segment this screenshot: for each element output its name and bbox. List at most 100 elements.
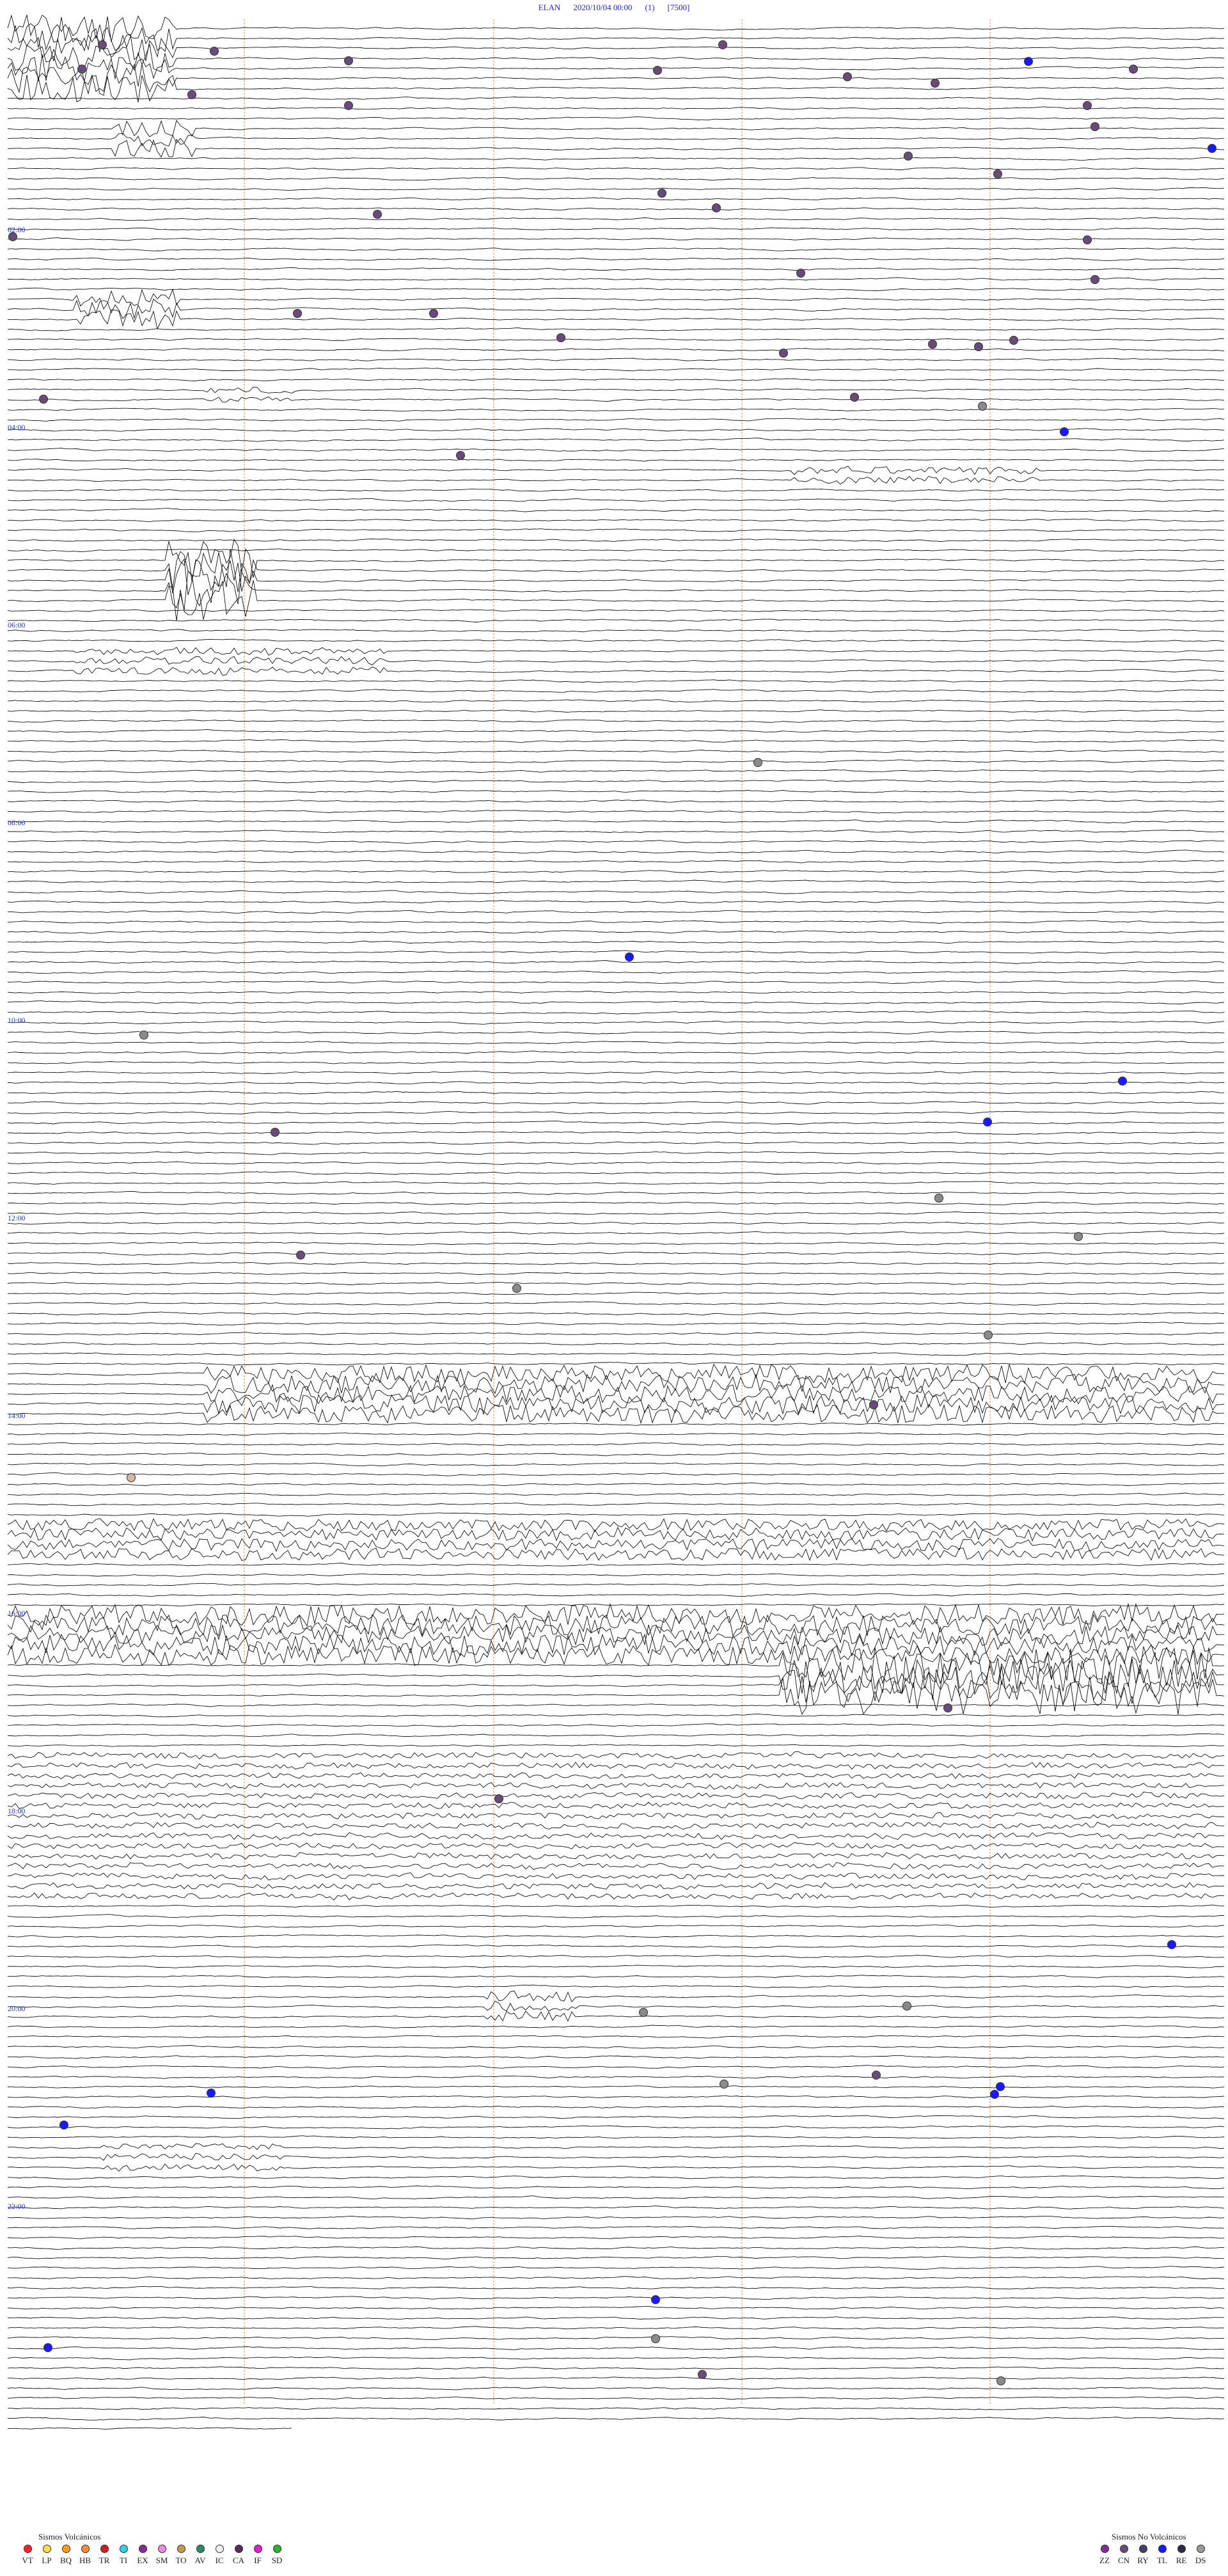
legend-dot xyxy=(157,2545,166,2553)
seismic-trace xyxy=(7,920,1225,924)
seismic-trace xyxy=(8,2316,1225,2320)
event-marker xyxy=(653,66,662,75)
legend-dot xyxy=(1196,2545,1205,2553)
seismic-trace xyxy=(7,619,1225,622)
seismic-trace xyxy=(7,167,1225,171)
seismic-trace xyxy=(7,2176,1225,2179)
seismic-trace xyxy=(7,2025,1225,2028)
seismic-trace xyxy=(7,1613,1225,1637)
event-marker xyxy=(59,2121,68,2130)
legend-code: CN xyxy=(1117,2556,1130,2565)
seismic-trace xyxy=(7,2376,1225,2380)
seismic-trace xyxy=(7,2205,1225,2209)
legend-code: RY xyxy=(1137,2556,1149,2565)
legend-code: VT xyxy=(22,2556,33,2565)
legend-code: DS xyxy=(1195,2556,1206,2565)
event-marker xyxy=(1090,122,1099,131)
seismic-trace xyxy=(7,679,1225,683)
seismic-trace xyxy=(7,438,1225,442)
seismic-trace xyxy=(7,1872,1225,1881)
event-marker xyxy=(43,2343,52,2352)
seismic-trace xyxy=(7,900,1225,904)
seismic-trace xyxy=(7,310,1225,330)
legend-code: CA xyxy=(232,2556,245,2565)
seismic-trace xyxy=(7,1861,1225,1870)
seismic-trace xyxy=(7,719,1225,723)
seismic-trace xyxy=(7,1792,1225,1800)
seismic-trace xyxy=(7,277,1225,281)
seismic-trace xyxy=(8,528,1225,532)
seismic-trace xyxy=(8,1292,1224,1295)
legend-code: IF xyxy=(254,2556,262,2565)
seismic-trace xyxy=(7,1990,1225,2003)
legend-nonvolcanic: ZZ CN RY TL RE DS xyxy=(1095,2545,1210,2565)
seismic-trace xyxy=(7,1703,1225,1707)
seismic-trace xyxy=(7,157,1225,161)
legend-dot xyxy=(100,2545,109,2553)
seismic-trace xyxy=(7,1665,1224,1705)
legend-item-tr: TR xyxy=(95,2545,114,2565)
seismic-trace xyxy=(7,386,1225,394)
seismic-trace xyxy=(8,940,1225,944)
seismic-trace xyxy=(7,980,1224,984)
seismic-trace xyxy=(7,870,1225,874)
seismic-trace xyxy=(7,288,1225,310)
event-marker xyxy=(210,47,219,56)
seismic-trace xyxy=(7,1070,1225,1075)
time-label: 06:00 xyxy=(8,620,26,629)
seismic-trace xyxy=(7,1211,1225,1215)
event-marker xyxy=(1167,1940,1176,1949)
seismic-trace xyxy=(7,1201,1225,1206)
seismic-trace xyxy=(7,1050,1225,1054)
seismic-trace xyxy=(7,759,1225,763)
seismic-trace xyxy=(7,207,1225,211)
event-marker xyxy=(207,2089,216,2098)
event-marker xyxy=(1060,427,1069,436)
seismic-trace xyxy=(7,860,1225,864)
seismic-trace xyxy=(7,2417,1225,2421)
legend-item-sd: SD xyxy=(267,2545,287,2565)
event-marker xyxy=(974,342,983,351)
seismic-trace xyxy=(7,2366,1225,2370)
seismic-trace xyxy=(7,2135,1225,2139)
seismic-trace xyxy=(7,629,1225,633)
legend-dot xyxy=(61,2545,70,2553)
time-label: 02:00 xyxy=(8,225,26,234)
time-label: 16:00 xyxy=(8,1609,26,1618)
seismic-trace xyxy=(7,2296,1225,2300)
seismic-trace xyxy=(7,1656,1224,1695)
time-label: 10:00 xyxy=(8,1016,26,1025)
seismic-trace xyxy=(7,930,1225,934)
legend-item-ti: TI xyxy=(114,2545,133,2565)
seismic-trace xyxy=(7,800,1225,803)
event-marker xyxy=(139,1031,148,1039)
event-marker xyxy=(39,395,48,404)
seismic-trace xyxy=(7,138,1225,158)
seismic-trace xyxy=(7,910,1225,914)
event-marker xyxy=(651,2295,660,2304)
seismic-trace xyxy=(7,1593,1225,1597)
seismic-trace xyxy=(7,1643,1225,1666)
legend-dot xyxy=(23,2545,32,2553)
event-marker xyxy=(429,309,438,318)
legend-code: LP xyxy=(42,2556,52,2565)
seismic-trace xyxy=(7,1812,1225,1820)
event-marker xyxy=(373,210,382,219)
seismic-trace xyxy=(8,227,1225,231)
seismic-trace xyxy=(7,1482,1225,1486)
seismic-trace xyxy=(7,1190,1225,1195)
seismic-trace xyxy=(7,2356,1225,2360)
seismic-trace xyxy=(8,1131,1224,1135)
seismic-trace xyxy=(7,2266,1225,2270)
seismic-trace xyxy=(7,1363,1225,1384)
seismic-trace xyxy=(7,2000,1225,2012)
event-marker xyxy=(720,2080,728,2089)
seismic-trace xyxy=(7,2035,1225,2039)
seismic-trace xyxy=(7,950,1225,954)
seismic-trace xyxy=(7,1772,1225,1780)
seismic-trace xyxy=(7,2065,1225,2069)
seismic-trace xyxy=(7,1311,1225,1316)
seismic-trace xyxy=(7,1733,1225,1737)
seismic-trace xyxy=(7,1231,1225,1235)
legend-dot xyxy=(272,2545,281,2553)
